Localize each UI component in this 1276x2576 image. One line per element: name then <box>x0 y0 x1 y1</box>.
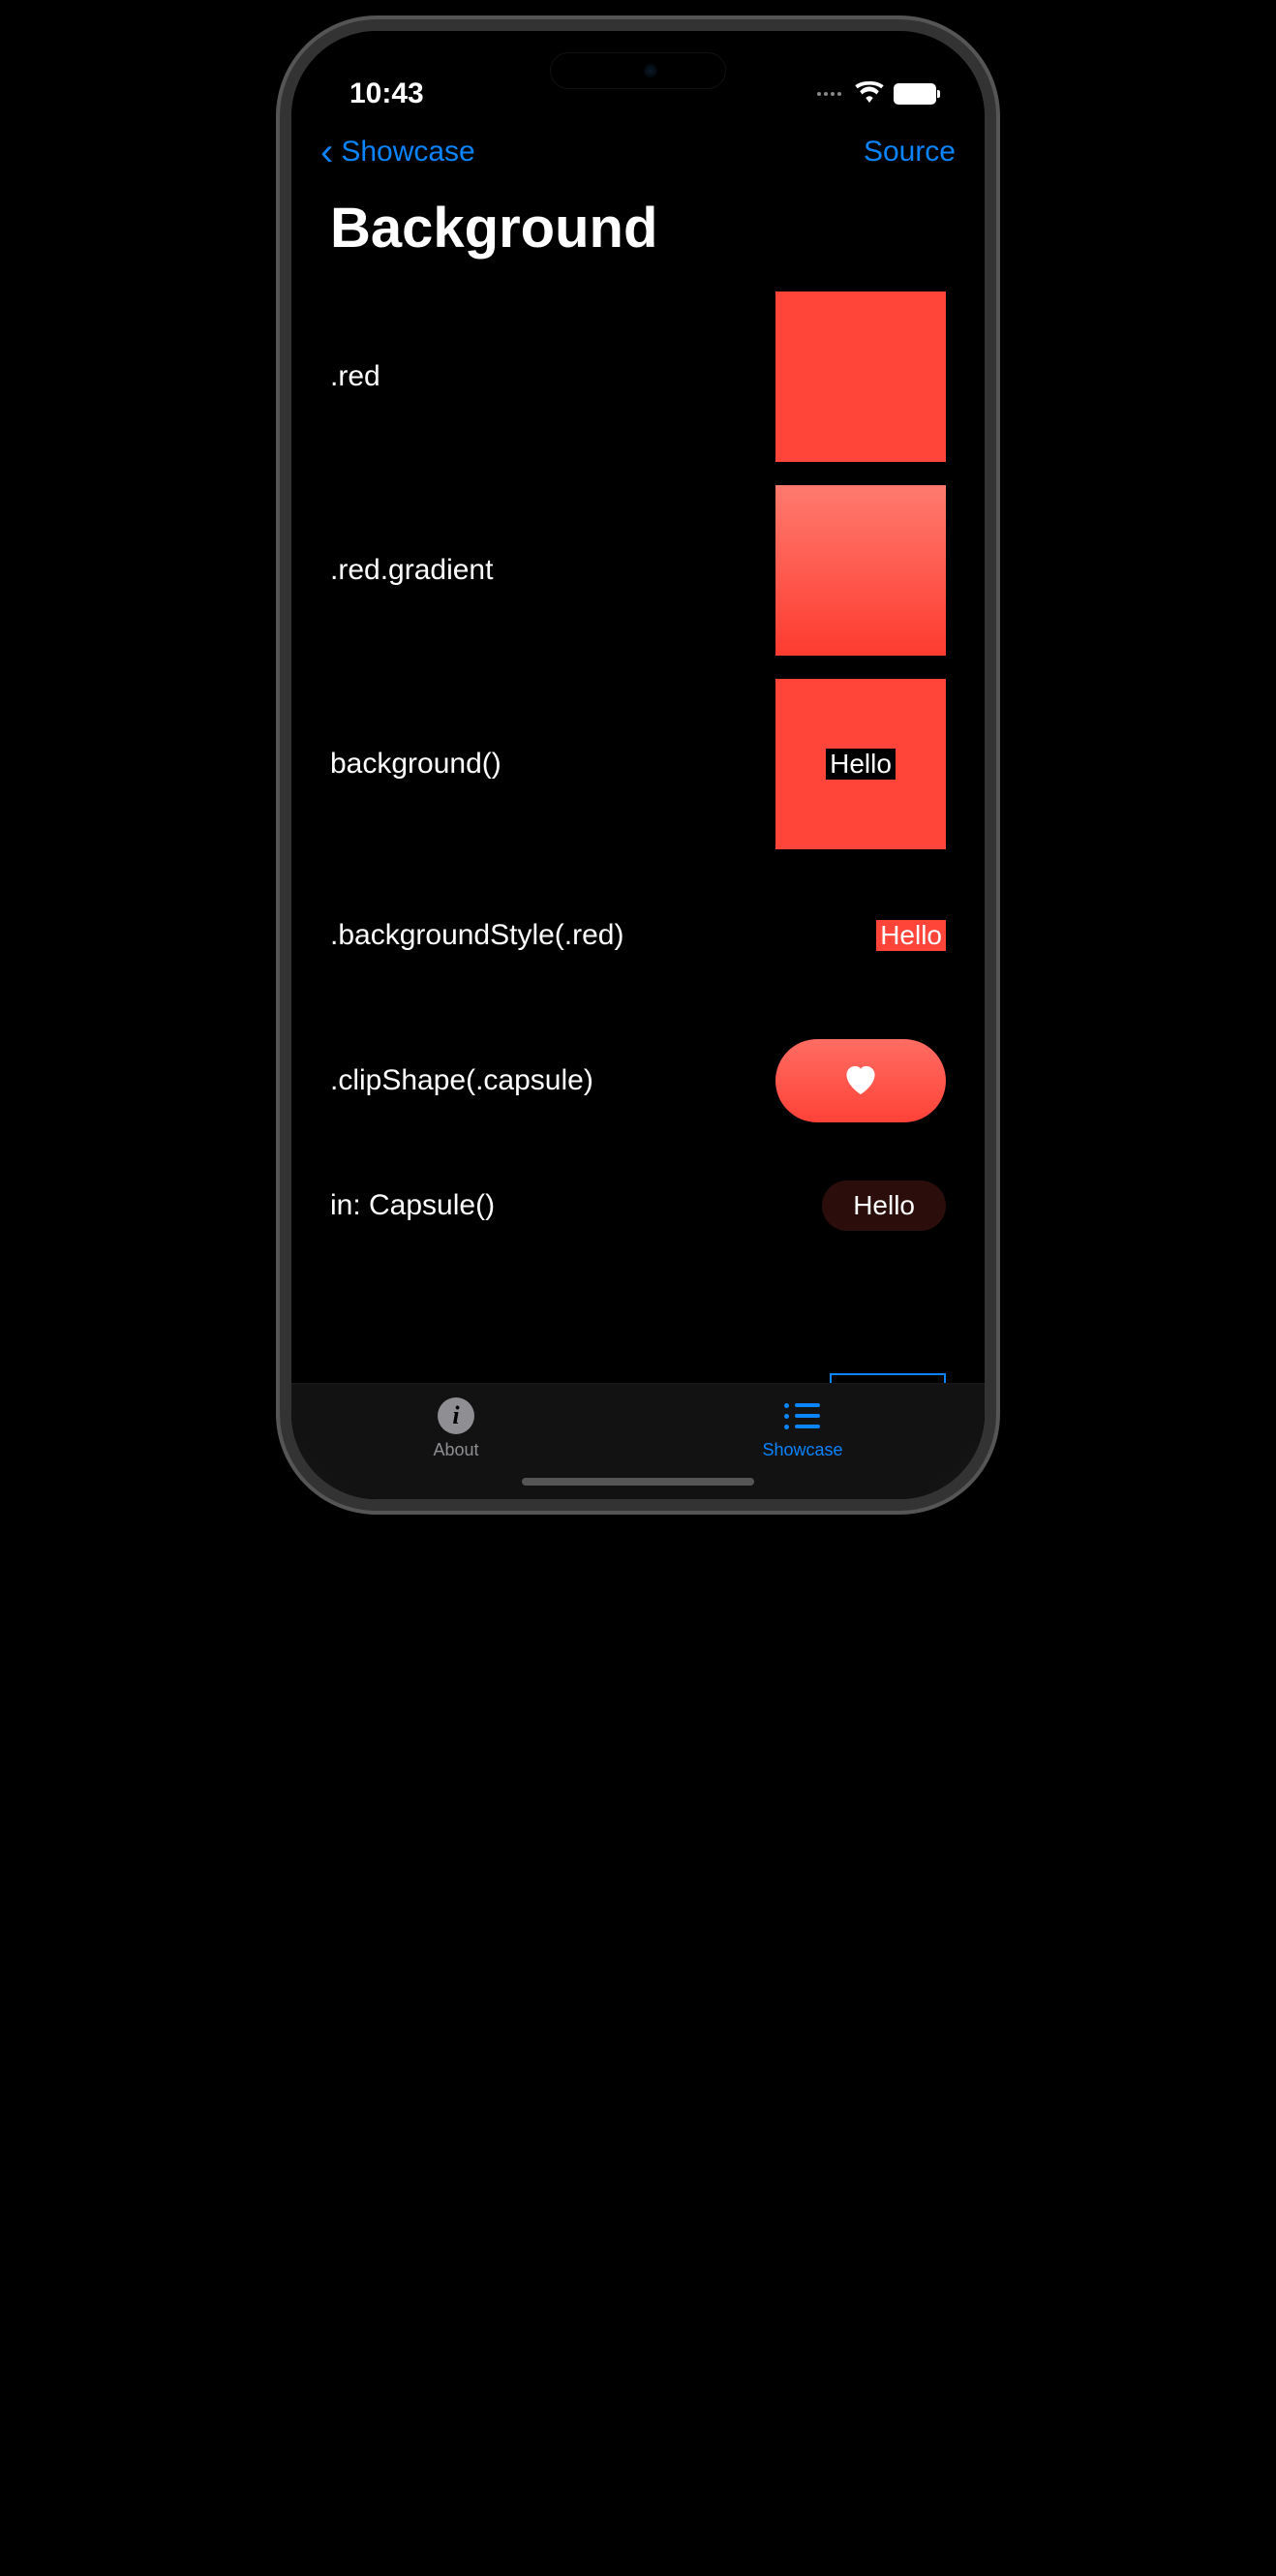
list-row-red[interactable]: .red <box>330 280 946 474</box>
row-label: .backgroundStyle(.red) <box>330 919 624 952</box>
row-label: .red <box>330 360 380 393</box>
battery-icon <box>894 83 936 105</box>
tab-about[interactable]: i About <box>433 1395 478 1460</box>
list-row-background[interactable]: background() Hello <box>330 667 946 861</box>
preview-background-box: Hello <box>775 679 946 849</box>
status-time: 10:43 <box>349 77 424 110</box>
back-button[interactable]: ‹ Showcase <box>320 131 475 174</box>
cellular-dots-icon <box>817 92 841 96</box>
row-label: .red.gradient <box>330 554 493 587</box>
info-icon: i <box>436 1395 476 1436</box>
tab-showcase[interactable]: Showcase <box>762 1395 842 1460</box>
nav-bar: ‹ Showcase Source <box>291 118 985 186</box>
list-row-gradient[interactable]: .red.gradient <box>330 474 946 667</box>
tab-label: About <box>433 1440 478 1460</box>
row-label: .clipShape(.capsule) <box>330 1064 593 1097</box>
heart-icon <box>843 1063 878 1099</box>
hello-capsule-dark: Hello <box>822 1181 946 1231</box>
camera-cutout <box>644 64 657 77</box>
preview-red-box <box>775 291 946 462</box>
row-label: background() <box>330 748 501 781</box>
selection-indicator-box <box>830 1373 946 1383</box>
row-label: in: Capsule() <box>330 1189 495 1222</box>
list-row-incapsule[interactable]: in: Capsule() Hello <box>330 1151 946 1260</box>
home-indicator[interactable] <box>522 1478 754 1486</box>
preview-gradient-box <box>775 485 946 656</box>
chevron-left-icon: ‹ <box>320 131 333 174</box>
status-bar: 10:43 <box>291 31 985 118</box>
screen: 10:43 ‹ Showcase Source Background <box>291 31 985 1499</box>
preview-capsule <box>775 1039 946 1122</box>
back-label: Showcase <box>341 136 474 169</box>
list-icon <box>782 1395 823 1436</box>
hello-label: Hello <box>826 749 896 780</box>
page-title: Background <box>291 186 985 280</box>
hello-red-label: Hello <box>876 920 946 951</box>
wifi-icon <box>855 81 884 107</box>
list-row-clipshape[interactable]: .clipShape(.capsule) <box>330 1010 946 1151</box>
status-icons <box>817 81 936 107</box>
source-button[interactable]: Source <box>864 136 956 169</box>
content-list[interactable]: .red .red.gradient background() Hello .b… <box>291 280 985 1383</box>
phone-frame: 10:43 ‹ Showcase Source Background <box>280 19 996 1511</box>
tab-label: Showcase <box>762 1440 842 1460</box>
list-row-backgroundstyle[interactable]: .backgroundStyle(.red) Hello <box>330 861 946 1010</box>
